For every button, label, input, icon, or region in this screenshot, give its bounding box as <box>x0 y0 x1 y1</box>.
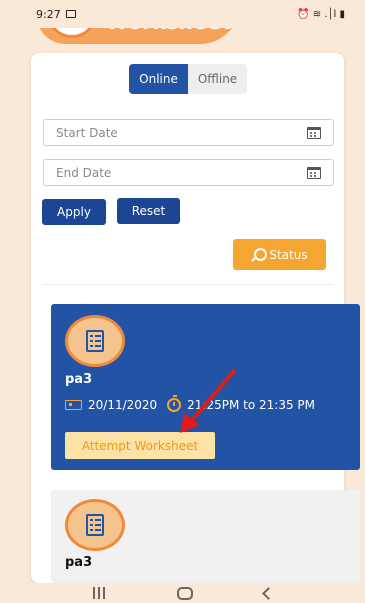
status-button-label: Status <box>269 247 308 262</box>
worksheet-date: 20/11/2020 <box>88 398 158 412</box>
image-icon <box>65 10 76 18</box>
calendar-icon[interactable] <box>307 126 321 139</box>
worksheet-icon <box>65 315 125 367</box>
recent-apps-icon[interactable] <box>92 587 106 599</box>
worksheet-item[interactable]: pa3 <box>51 490 360 583</box>
mode-toggle: Online Offline <box>129 64 247 94</box>
search-icon <box>251 247 268 262</box>
reset-button[interactable]: Reset <box>117 198 180 224</box>
worksheet-name: pa3 <box>65 372 93 387</box>
status-left: 9:27 <box>36 8 76 21</box>
home-icon[interactable] <box>176 586 193 600</box>
status-icons: ⏰ ≋ .│l ▮ <box>297 8 345 20</box>
navigation-bar <box>0 583 365 603</box>
worksheet-card: Online Offline Start Date End Date Apply… <box>31 53 360 583</box>
worksheet-name: pa3 <box>65 555 93 570</box>
offline-tab[interactable]: Offline <box>188 64 247 94</box>
status-time: 9:27 <box>36 7 61 21</box>
start-date-field[interactable]: Start Date <box>43 119 334 146</box>
online-tab[interactable]: Online <box>129 64 188 94</box>
back-icon[interactable] <box>262 586 276 600</box>
calendar-icon <box>65 400 82 410</box>
calendar-icon[interactable] <box>307 166 321 179</box>
annotation-arrow-icon <box>180 369 236 433</box>
start-date-placeholder: Start Date <box>56 125 118 140</box>
divider <box>43 284 333 285</box>
end-date-field[interactable]: End Date <box>43 159 334 186</box>
worksheet-icon <box>65 499 125 551</box>
apply-button[interactable]: Apply <box>42 199 106 225</box>
status-button[interactable]: Status <box>233 239 326 270</box>
end-date-placeholder: End Date <box>56 165 112 180</box>
status-bar: 9:27 ⏰ ≋ .│l ▮ <box>0 0 365 28</box>
